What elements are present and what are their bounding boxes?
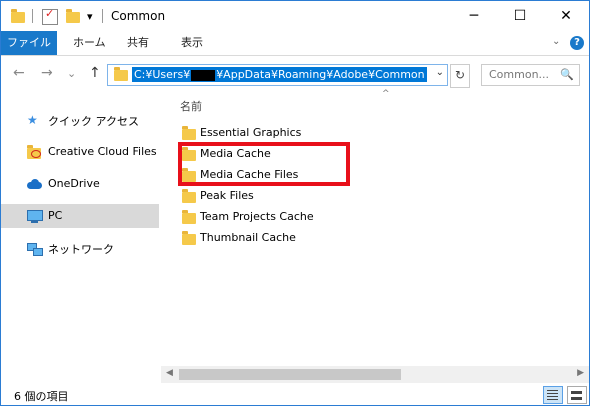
up-button[interactable]: ↑ <box>89 65 101 81</box>
list-item[interactable]: Peak Files <box>180 186 380 207</box>
annotation-highlight-box <box>178 142 350 186</box>
properties-icon[interactable]: ✓ <box>42 7 58 25</box>
sidebar-item-label: OneDrive <box>48 177 100 190</box>
separator <box>32 9 33 23</box>
separator <box>102 9 103 23</box>
list-item[interactable]: Team Projects Cache <box>180 207 380 228</box>
list-item[interactable]: Thumbnail Cache <box>180 228 380 249</box>
ribbon: ファイル ホーム 共有 表示 ⌄ <box>1 31 589 56</box>
redacted-username <box>191 69 216 81</box>
sort-indicator: ^ <box>382 89 390 99</box>
folder-icon <box>182 210 196 224</box>
recent-locations-button[interactable]: ⌄ <box>67 67 76 80</box>
folder-icon <box>182 189 196 203</box>
scrollbar-thumb[interactable] <box>179 369 401 380</box>
sidebar-item-label: クイック アクセス <box>48 115 139 128</box>
address-dropdown-button[interactable]: ⌄ <box>436 67 444 78</box>
refresh-button[interactable]: ↻ <box>450 64 470 88</box>
folder-icon <box>11 9 25 23</box>
folder-icon <box>182 231 196 245</box>
pc-icon <box>27 209 43 223</box>
forward-button[interactable]: → <box>41 65 53 81</box>
file-name: Thumbnail Cache <box>200 231 296 244</box>
help-icon[interactable]: ? <box>570 36 584 50</box>
tab-share[interactable]: 共有 <box>127 31 149 55</box>
scroll-right-arrow[interactable]: ▶ <box>577 368 584 378</box>
file-name: Essential Graphics <box>200 126 302 139</box>
file-name: Peak Files <box>200 189 254 202</box>
minimize-button[interactable]: ─ <box>451 1 497 31</box>
tab-view[interactable]: 表示 <box>181 31 203 55</box>
address-row: ← → ⌄ ↑ C:¥Users¥ ¥AppData¥Roaming¥Adobe¥… <box>1 56 589 92</box>
onedrive-icon <box>27 177 43 191</box>
sidebar-item-network[interactable]: ネットワーク <box>1 236 159 260</box>
explorer-window: ✓ ▾ Common ─ ☐ ✕ ファイル ホーム 共有 表示 ⌄ ? ← → … <box>0 0 590 406</box>
status-bar: 6 個の項目 <box>1 383 589 405</box>
item-count: 6 個の項目 <box>14 390 69 403</box>
sidebar-item-label: ネットワーク <box>48 243 114 256</box>
large-icons-view-button[interactable] <box>567 386 587 404</box>
horizontal-scrollbar[interactable]: ◀ ▶ <box>161 366 589 383</box>
folder-icon <box>182 126 196 140</box>
network-icon <box>27 241 43 256</box>
details-view-button[interactable] <box>543 386 563 404</box>
star-icon: ★ <box>27 113 38 127</box>
creative-cloud-icon <box>27 145 43 159</box>
title-bar: ✓ ▾ Common ─ ☐ ✕ <box>1 1 589 31</box>
list-item[interactable]: Essential Graphics <box>180 123 380 144</box>
file-name: Team Projects Cache <box>200 210 314 223</box>
tab-file[interactable]: ファイル <box>1 31 57 55</box>
column-header-name[interactable]: 名前 <box>180 98 202 114</box>
tab-home[interactable]: ホーム <box>73 31 106 55</box>
close-button[interactable]: ✕ <box>543 1 589 31</box>
sidebar-item-label: Creative Cloud Files <box>48 145 157 158</box>
address-path-prefix: C:¥Users¥ <box>134 68 191 81</box>
search-icon[interactable]: 🔍 <box>560 68 574 81</box>
scroll-left-arrow[interactable]: ◀ <box>166 368 173 378</box>
navigation-pane: ★ クイック アクセス Creative Cloud Files OneDriv… <box>1 92 159 382</box>
sidebar-item-label: PC <box>48 209 63 222</box>
address-path-suffix: ¥AppData¥Roaming¥Adobe¥Common <box>216 68 425 81</box>
sidebar-item-onedrive[interactable]: OneDrive <box>1 172 159 196</box>
address-path[interactable]: C:¥Users¥ ¥AppData¥Roaming¥Adobe¥Common <box>132 67 427 82</box>
sidebar-item-pc[interactable]: PC <box>1 204 159 228</box>
sidebar-item-creative-cloud[interactable]: Creative Cloud Files <box>1 140 159 164</box>
collapse-ribbon-icon[interactable]: ⌄ <box>552 36 560 47</box>
back-button[interactable]: ← <box>13 65 25 81</box>
folder-icon <box>114 67 128 81</box>
address-bar[interactable]: C:¥Users¥ ¥AppData¥Roaming¥Adobe¥Common ⌄ <box>107 64 448 86</box>
window-title: Common <box>111 9 166 23</box>
search-box[interactable]: Common... 🔍 <box>481 64 580 86</box>
file-list: ^ 名前 Essential Graphics Media Cache Medi… <box>160 89 589 382</box>
new-folder-icon[interactable] <box>66 9 80 23</box>
customize-toolbar-icon[interactable]: ▾ <box>87 10 93 26</box>
maximize-button[interactable]: ☐ <box>497 1 543 31</box>
search-placeholder: Common... <box>489 68 550 81</box>
sidebar-item-quick-access[interactable]: ★ クイック アクセス <box>1 108 159 132</box>
